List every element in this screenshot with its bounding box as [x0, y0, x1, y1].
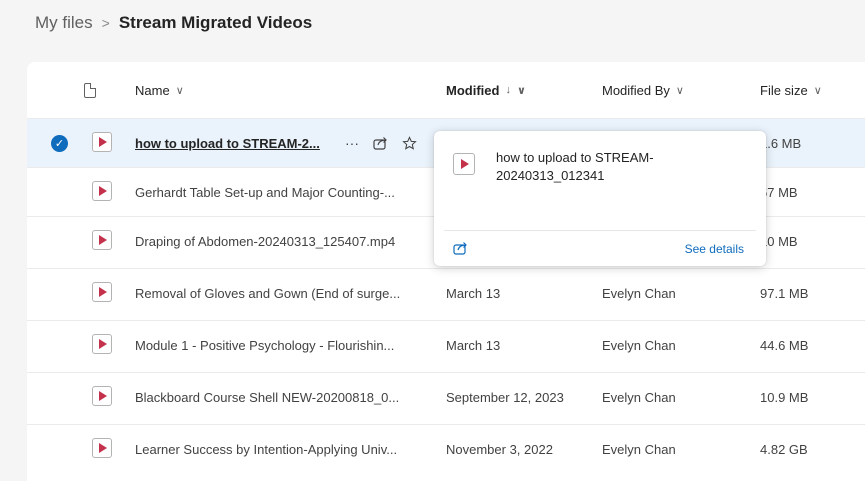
chevron-down-icon: ∨	[675, 84, 684, 97]
column-header-modified[interactable]: Modified ↓ ∨	[446, 62, 526, 118]
file-type-header[interactable]	[84, 62, 96, 118]
file-size: 4.82 GB	[760, 441, 808, 457]
file-name[interactable]: Draping of Abdomen-20240313_125407.mp4	[135, 217, 395, 265]
modified-date: November 3, 2022	[446, 441, 553, 457]
file-size: 44.6 MB	[760, 337, 809, 353]
file-size: 10.9 MB	[760, 389, 809, 405]
breadcrumb-current-folder: Stream Migrated Videos	[118, 13, 313, 32]
file-list-header: Name ∨ Modified ↓ ∨ Modified By ∨ File s…	[27, 62, 865, 118]
file-name[interactable]: Gerhardt Table Set-up and Major Counting…	[135, 168, 395, 216]
file-name[interactable]: Learner Success by Intention-Applying Un…	[135, 425, 397, 473]
row-actions: ···	[345, 119, 417, 167]
hover-card-title: how to upload to STREAM-20240313_012341	[496, 150, 654, 183]
column-header-file-size[interactable]: File size ∨	[760, 62, 822, 118]
table-row[interactable]: Learner Success by Intention-Applying Un…	[27, 424, 865, 473]
modified-date: September 12, 2023	[446, 389, 564, 405]
video-file-icon	[92, 181, 112, 201]
file-type-icon	[84, 82, 96, 98]
column-header-name-label: Name	[135, 82, 170, 98]
table-row[interactable]: Module 1 - Positive Psychology - Flouris…	[27, 320, 865, 369]
video-file-icon	[92, 334, 112, 354]
sort-descending-icon: ↓	[505, 84, 511, 96]
column-header-file-size-label: File size	[760, 82, 808, 98]
file-size: 97.1 MB	[760, 285, 809, 301]
file-name[interactable]: Removal of Gloves and Gown (End of surge…	[135, 269, 400, 317]
video-file-icon	[92, 230, 112, 250]
file-hover-card: how to upload to STREAM-20240313_012341 …	[434, 131, 766, 266]
breadcrumb-my-files[interactable]: My files	[35, 13, 93, 33]
share-icon[interactable]	[453, 241, 468, 255]
column-header-modified-label: Modified	[446, 82, 500, 98]
chevron-down-icon: ∨	[175, 84, 184, 97]
file-name-link[interactable]: how to upload to STREAM-2...	[135, 136, 320, 151]
table-row[interactable]: Blackboard Course Shell NEW-20200818_0..…	[27, 372, 865, 421]
column-header-name[interactable]: Name ∨	[135, 62, 184, 118]
modified-by: Evelyn Chan	[602, 285, 676, 301]
video-file-icon	[92, 438, 112, 458]
breadcrumb-separator-icon: >	[101, 15, 110, 31]
chevron-down-icon: ∨	[813, 84, 822, 97]
file-size: 1.6 MB	[760, 135, 802, 151]
modified-by: Evelyn Chan	[602, 389, 676, 405]
table-row[interactable]: Removal of Gloves and Gown (End of surge…	[27, 268, 865, 317]
star-icon[interactable]	[402, 135, 417, 151]
file-name[interactable]: Module 1 - Positive Psychology - Flouris…	[135, 321, 394, 369]
breadcrumb: My files > Stream Migrated Videos	[35, 13, 312, 33]
more-options-icon[interactable]: ···	[345, 135, 359, 151]
modified-by: Evelyn Chan	[602, 337, 676, 353]
chevron-down-icon: ∨	[516, 84, 526, 97]
video-file-icon	[92, 282, 112, 302]
modified-date: March 13	[446, 337, 501, 353]
checkmark-icon[interactable]: ✓	[51, 135, 68, 152]
modified-by: Evelyn Chan	[602, 441, 676, 457]
share-icon[interactable]	[373, 136, 388, 150]
divider	[444, 230, 756, 231]
video-file-icon	[92, 132, 112, 152]
video-file-icon	[453, 153, 475, 175]
see-details-link[interactable]: See details	[685, 242, 744, 256]
video-file-icon	[92, 386, 112, 406]
modified-date: March 13	[446, 285, 501, 301]
column-header-modified-by[interactable]: Modified By ∨	[602, 62, 684, 118]
file-name[interactable]: Blackboard Course Shell NEW-20200818_0..…	[135, 373, 399, 421]
column-header-modified-by-label: Modified By	[602, 82, 670, 98]
